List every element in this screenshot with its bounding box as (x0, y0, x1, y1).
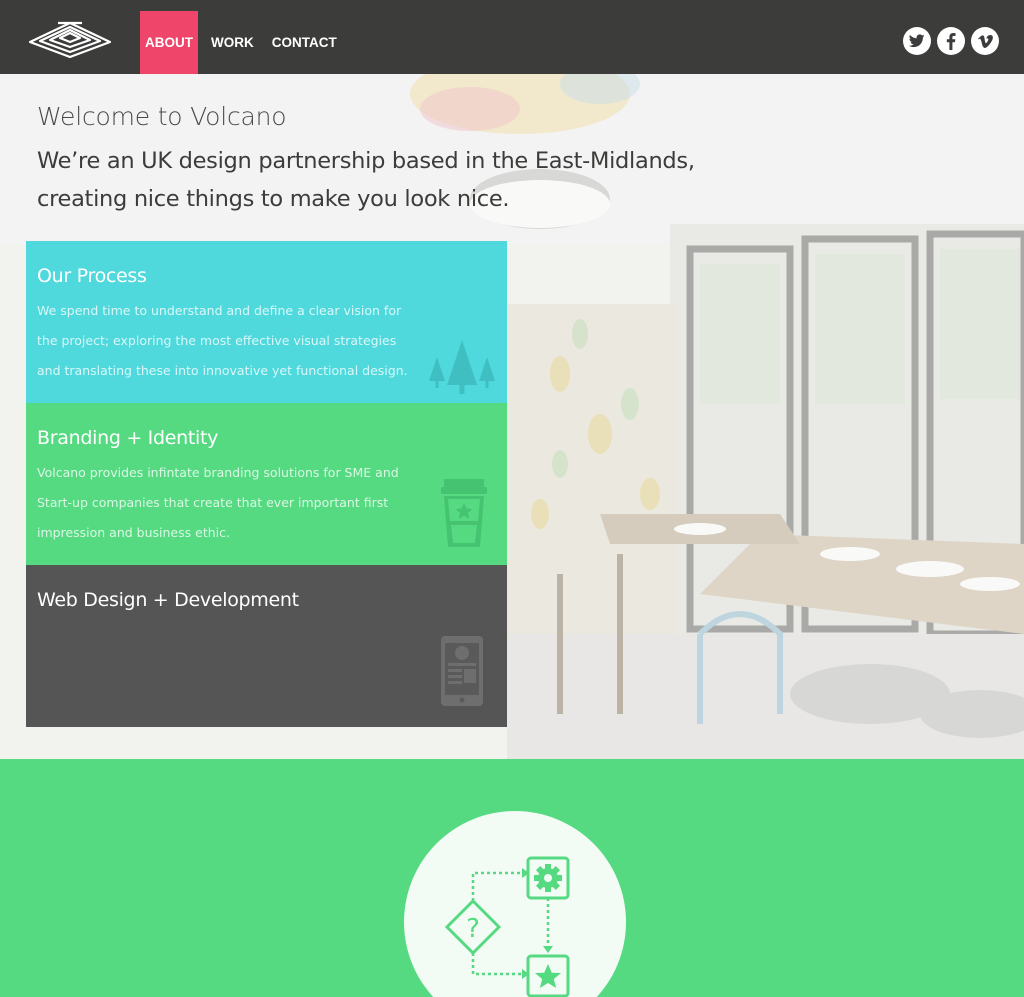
social-links (903, 27, 999, 55)
card-branding-identity[interactable]: Branding + Identity Volcano provides inf… (26, 403, 507, 565)
twitter-button[interactable] (903, 27, 931, 55)
facebook-icon (946, 32, 956, 50)
vimeo-icon (977, 34, 993, 48)
volcano-logo[interactable] (26, 17, 114, 61)
card-title: Branding + Identity (37, 427, 219, 449)
mobile-device-icon (441, 636, 483, 706)
card-description: We spend time to understand and define a… (37, 303, 408, 378)
vimeo-button[interactable] (971, 27, 999, 55)
process-flowchart-icon: ? (444, 856, 570, 997)
twitter-icon (909, 34, 925, 48)
nav-work[interactable]: WORK (206, 11, 259, 77)
trees-icon (429, 340, 495, 394)
coffee-cup-icon (441, 479, 487, 547)
card-description: Volcano provides infintate branding solu… (37, 465, 399, 540)
process-section: ? (0, 759, 1024, 997)
main-nav: ABOUT WORK CONTACT (140, 11, 350, 77)
process-circle: ? (404, 811, 626, 997)
card-our-process[interactable]: Our Process We spend time to understand … (26, 241, 507, 403)
svg-text:?: ? (466, 914, 480, 944)
hero-section: Welcome to Volcano We’re an UK design pa… (0, 74, 1024, 759)
card-web-design[interactable]: Web Design + Development (26, 565, 507, 727)
site-header: ABOUT WORK CONTACT (0, 0, 1024, 77)
facebook-button[interactable] (937, 27, 965, 55)
nav-about[interactable]: ABOUT (140, 11, 198, 77)
card-title: Our Process (37, 265, 147, 287)
hero-tagline: We’re an UK design partnership based in … (37, 148, 695, 212)
card-title: Web Design + Development (37, 589, 299, 611)
welcome-heading: Welcome to Volcano (37, 102, 287, 131)
nav-contact[interactable]: CONTACT (267, 11, 342, 77)
